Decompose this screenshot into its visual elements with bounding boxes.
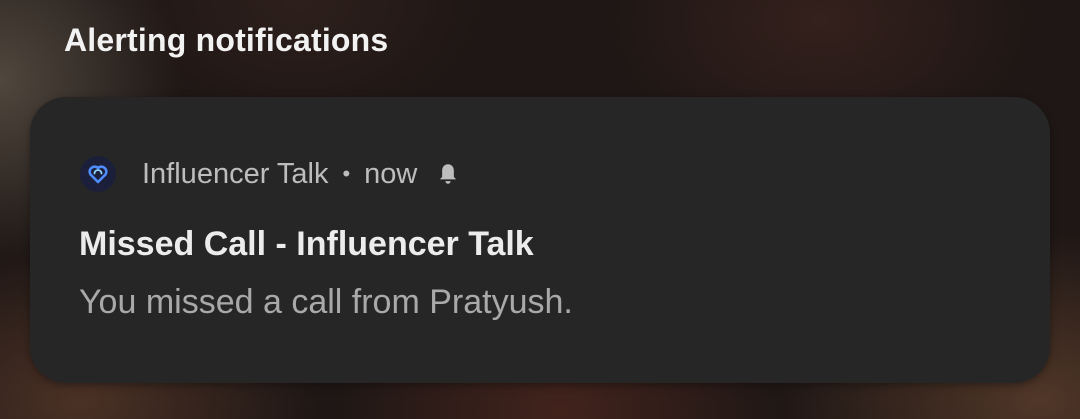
influencer-talk-logo-icon bbox=[80, 156, 116, 192]
section-title: Alerting notifications bbox=[64, 22, 389, 58]
app-name: Influencer Talk bbox=[142, 157, 329, 190]
separator-dot: • bbox=[342, 161, 351, 186]
notification-title: Missed Call - Influencer Talk bbox=[79, 225, 534, 263]
notification-card[interactable]: Influencer Talk • now Missed Call - Infl… bbox=[30, 97, 1050, 383]
notification-body: You missed a call from Pratyush. bbox=[79, 283, 573, 321]
notification-header: Influencer Talk • now bbox=[80, 154, 461, 194]
bell-icon bbox=[440, 164, 457, 184]
notification-time: now bbox=[364, 157, 418, 190]
